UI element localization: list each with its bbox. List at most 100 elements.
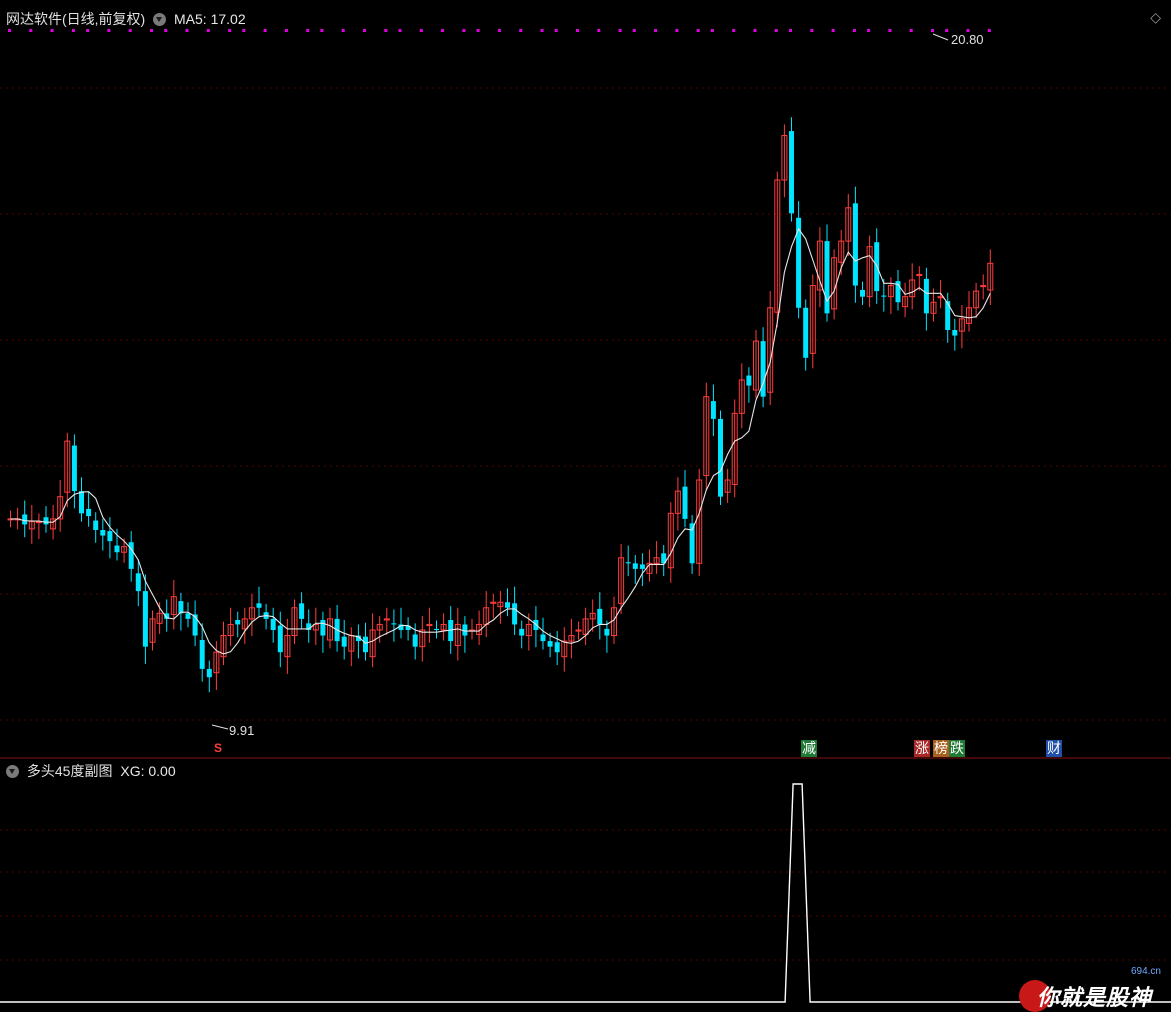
candle[interactable] — [916, 266, 923, 291]
candle[interactable] — [824, 224, 830, 322]
candle[interactable] — [291, 599, 298, 644]
candle[interactable] — [952, 318, 958, 351]
candle[interactable] — [64, 432, 71, 508]
candle[interactable] — [767, 291, 774, 405]
candle[interactable] — [476, 610, 483, 645]
candle[interactable] — [674, 477, 681, 531]
candle[interactable] — [327, 607, 333, 649]
candle[interactable] — [575, 621, 582, 640]
candle[interactable] — [682, 470, 688, 528]
candle[interactable] — [426, 607, 433, 643]
candle[interactable] — [639, 553, 645, 587]
candle[interactable] — [206, 660, 212, 693]
candle[interactable] — [604, 620, 610, 653]
candle[interactable] — [434, 620, 439, 639]
candle[interactable] — [966, 291, 972, 332]
candle[interactable] — [973, 282, 980, 319]
candle[interactable] — [348, 627, 355, 667]
badge-rise[interactable]: 涨 — [914, 740, 930, 757]
candle[interactable] — [312, 607, 319, 645]
candle[interactable] — [100, 518, 106, 551]
candle[interactable] — [497, 591, 504, 624]
candle[interactable] — [760, 327, 766, 408]
candle[interactable] — [227, 607, 234, 647]
candle[interactable] — [809, 274, 816, 369]
badge-finance[interactable]: 财 — [1046, 740, 1062, 757]
candle[interactable] — [490, 593, 497, 619]
candle[interactable] — [440, 613, 447, 641]
badge-reduce[interactable]: 减 — [801, 740, 817, 757]
candle[interactable] — [582, 607, 589, 645]
candle[interactable] — [306, 609, 312, 643]
candle[interactable] — [79, 477, 84, 522]
candle[interactable] — [895, 270, 901, 311]
candle[interactable] — [263, 603, 269, 630]
candle[interactable] — [696, 468, 703, 577]
candle[interactable] — [923, 267, 929, 331]
candle[interactable] — [667, 502, 674, 583]
candle[interactable] — [803, 299, 809, 371]
candle[interactable] — [731, 399, 738, 498]
stock-chart[interactable] — [0, 0, 1171, 1012]
candle[interactable] — [597, 592, 603, 640]
candle[interactable] — [860, 281, 865, 305]
candle[interactable] — [28, 505, 35, 544]
candlestick-series[interactable] — [7, 117, 994, 693]
candle[interactable] — [383, 607, 390, 635]
s-signal-marker[interactable]: S — [214, 741, 222, 755]
candle[interactable] — [568, 618, 575, 659]
candle[interactable] — [462, 616, 468, 653]
candle[interactable] — [469, 618, 475, 640]
candle[interactable] — [22, 500, 28, 538]
candle[interactable] — [235, 611, 241, 638]
candle[interactable] — [866, 235, 873, 308]
candle[interactable] — [93, 512, 99, 543]
candle[interactable] — [661, 545, 667, 577]
candle[interactable] — [86, 492, 92, 527]
candle[interactable] — [121, 538, 128, 563]
candle[interactable] — [554, 631, 560, 665]
candle[interactable] — [355, 624, 361, 659]
candle[interactable] — [796, 201, 802, 319]
candle[interactable] — [419, 616, 426, 662]
candle[interactable] — [170, 580, 177, 630]
badge-list[interactable]: 榜 — [933, 740, 949, 757]
candle[interactable] — [781, 124, 788, 198]
candle[interactable] — [248, 593, 255, 637]
candle[interactable] — [376, 616, 383, 643]
candle[interactable] — [789, 117, 794, 222]
candle[interactable] — [256, 586, 262, 617]
candle[interactable] — [43, 506, 49, 533]
candle[interactable] — [980, 274, 987, 300]
candle[interactable] — [852, 186, 858, 303]
stock-title[interactable]: 网达软件(日线,前复权) — [6, 11, 145, 27]
candle[interactable] — [902, 282, 909, 318]
candle[interactable] — [653, 541, 660, 574]
candle[interactable] — [561, 627, 568, 672]
candle[interactable] — [277, 611, 283, 668]
dropdown-icon[interactable] — [153, 13, 167, 26]
candle[interactable] — [199, 623, 205, 682]
candle[interactable] — [483, 591, 490, 638]
candle[interactable] — [718, 410, 723, 505]
candle[interactable] — [270, 607, 276, 643]
candle[interactable] — [646, 549, 653, 582]
candle[interactable] — [618, 543, 625, 614]
indicator-title[interactable]: 多头45度副图 — [27, 763, 113, 779]
candle[interactable] — [710, 384, 716, 437]
candle[interactable] — [299, 592, 305, 630]
candle[interactable] — [746, 367, 752, 403]
candle[interactable] — [625, 545, 631, 577]
candle[interactable] — [909, 263, 916, 310]
candle[interactable] — [845, 193, 852, 257]
badge-fall[interactable]: 跌 — [949, 740, 965, 757]
candle[interactable] — [724, 468, 731, 503]
diamond-icon[interactable]: ◇ — [1150, 9, 1161, 26]
candle[interactable] — [540, 617, 546, 650]
candle[interactable] — [632, 555, 638, 584]
candle[interactable] — [405, 617, 411, 641]
candle[interactable] — [341, 620, 347, 660]
candle[interactable] — [192, 600, 198, 647]
candle[interactable] — [391, 609, 397, 642]
candle[interactable] — [35, 513, 42, 539]
